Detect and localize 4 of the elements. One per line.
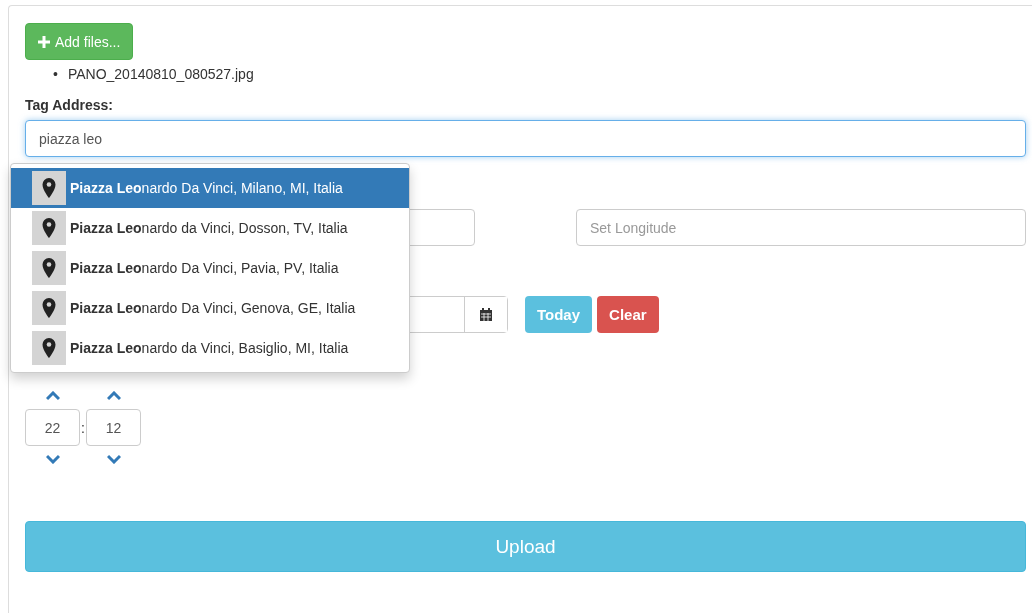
- list-bullet: •: [53, 65, 58, 84]
- file-name: PANO_20140810_080527.jpg: [67, 65, 254, 84]
- time-separator: :: [80, 419, 86, 436]
- field-label: Tag Address:: [25, 97, 114, 113]
